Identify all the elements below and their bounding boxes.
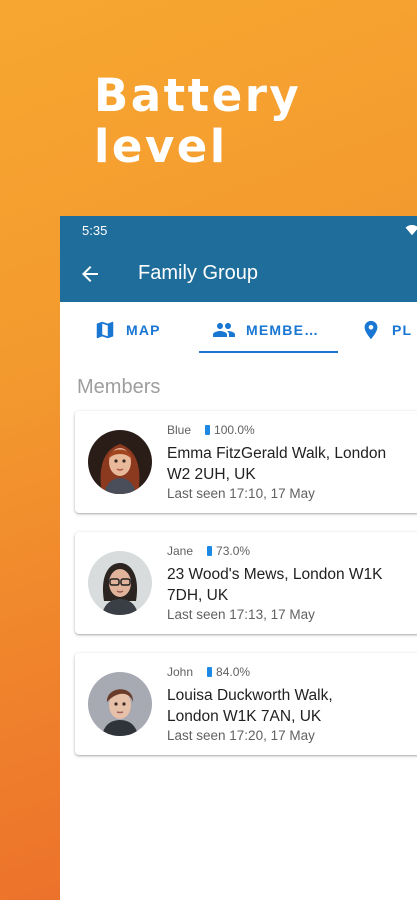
- member-name: Blue: [167, 423, 192, 437]
- page-title: Family Group: [138, 262, 259, 284]
- battery-icon: [207, 667, 213, 677]
- battery-indicator: 73.0%: [207, 544, 250, 558]
- member-meta: Jane 73.0%: [167, 544, 250, 558]
- place-icon: [364, 320, 378, 340]
- tab-places-label: PL: [392, 322, 413, 338]
- avatar: [88, 430, 152, 494]
- tab-members-label: MEMBE…: [246, 322, 320, 338]
- promo-headline: Battery level: [94, 70, 301, 172]
- tab-map-label: MAP: [126, 322, 161, 338]
- battery-indicator: 100.0%: [205, 423, 255, 437]
- battery-level: 73.0%: [216, 544, 251, 558]
- status-bar: 5:35: [60, 216, 417, 246]
- battery-icon: [205, 425, 211, 435]
- map-icon: [96, 321, 114, 339]
- battery-level: 84.0%: [216, 665, 251, 679]
- last-seen: Last seen 17:10, 17 May: [167, 486, 315, 501]
- group-icon: [213, 323, 235, 337]
- member-name: Jane: [167, 544, 194, 558]
- member-meta: John 84.0%: [167, 665, 250, 679]
- member-meta: Blue 100.0%: [167, 423, 255, 437]
- last-seen: Last seen 17:20, 17 May: [167, 728, 315, 743]
- avatar: [88, 672, 152, 736]
- app-bar: Family Group: [60, 246, 417, 302]
- avatar: [88, 551, 152, 615]
- status-time: 5:35: [82, 223, 108, 238]
- tab-bar: MAP MEMBE… PL: [60, 302, 417, 358]
- section-title: Members: [77, 376, 161, 398]
- tab-indicator: [199, 351, 338, 353]
- promo-line-2: level: [94, 120, 228, 173]
- member-card[interactable]: Jane 73.0% 23 Wood's Mews, London W1K 7D…: [75, 532, 417, 634]
- member-address: Louisa Duckworth Walk, London W1K 7AN, U…: [167, 687, 333, 725]
- tab-map[interactable]: MAP: [94, 302, 161, 358]
- battery-indicator: 84.0%: [207, 665, 250, 679]
- member-address: Emma FitzGerald Walk, London W2 2UH, UK: [167, 445, 387, 483]
- wifi-icon: [405, 225, 417, 236]
- battery-icon: [207, 546, 213, 556]
- member-address: 23 Wood's Mews, London W1K 7DH, UK: [167, 566, 383, 604]
- tab-members[interactable]: MEMBE…: [212, 302, 319, 358]
- back-arrow-icon[interactable]: [78, 262, 102, 286]
- phone-screen: 5:35 Family Group MAP MEMBE… PL Members …: [60, 216, 417, 900]
- promo-line-1: Battery: [94, 69, 302, 122]
- member-card[interactable]: John 84.0% Louisa Duckworth Walk, London…: [75, 653, 417, 755]
- last-seen: Last seen 17:13, 17 May: [167, 607, 315, 622]
- tab-places[interactable]: PL: [360, 302, 412, 358]
- member-card[interactable]: Blue 100.0% Emma FitzGerald Walk, London…: [75, 411, 417, 513]
- battery-level: 100.0%: [214, 423, 255, 437]
- member-name: John: [167, 665, 194, 679]
